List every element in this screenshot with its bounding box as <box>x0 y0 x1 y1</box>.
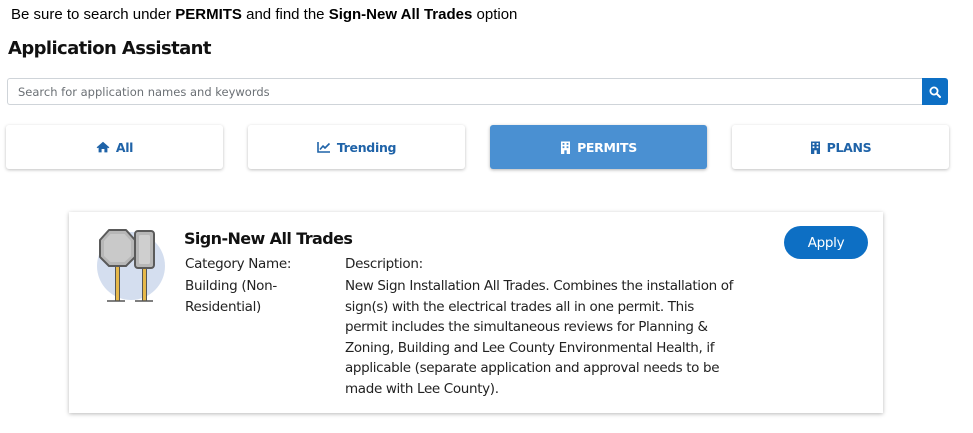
tab-trending-label: Trending <box>336 139 397 155</box>
instruction-text: Be sure to search under PERMITS and find… <box>11 6 517 23</box>
instruction-middle: and find the <box>241 6 329 23</box>
description-label: Description: <box>345 256 423 272</box>
tab-all[interactable]: All <box>6 125 223 169</box>
instruction-sign-option: Sign-New All Trades <box>328 6 473 23</box>
tab-plans[interactable]: PLANS <box>732 125 949 169</box>
building-icon <box>810 141 820 154</box>
application-title: Sign-New All Trades <box>184 229 353 248</box>
home-icon <box>96 141 110 153</box>
tab-permits[interactable]: PERMITS <box>490 125 707 169</box>
sign-icon <box>97 229 165 302</box>
category-value: Building (Non-Residential) <box>185 278 277 315</box>
search-bar <box>7 78 948 105</box>
search-icon <box>929 86 941 98</box>
page-title: Application Assistant <box>8 38 211 59</box>
instruction-prefix: Be sure to search under <box>11 6 176 23</box>
instruction-suffix: option <box>472 6 518 23</box>
application-card: Sign-New All Trades Category Name: Build… <box>69 212 883 413</box>
tab-trending[interactable]: Trending <box>248 125 465 169</box>
category-label: Category Name: <box>185 256 292 272</box>
search-input[interactable] <box>7 78 923 105</box>
tab-all-label: All <box>115 139 134 155</box>
apply-button[interactable]: Apply <box>784 226 868 259</box>
line-chart-icon <box>317 142 330 153</box>
search-button[interactable] <box>922 78 948 105</box>
description-text: New Sign Installation All Trades. Combin… <box>345 278 734 397</box>
building-icon <box>561 141 571 154</box>
instruction-permits: PERMITS <box>175 6 242 23</box>
tab-permits-label: PERMITS <box>577 139 637 155</box>
tab-plans-label: PLANS <box>826 139 872 155</box>
